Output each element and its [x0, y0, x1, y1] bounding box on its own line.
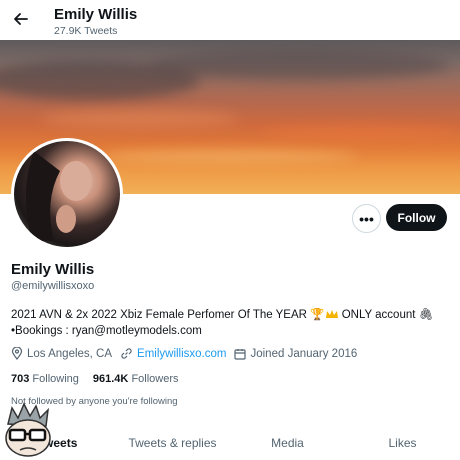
profile-meta: Los Angeles, CA Emilywillisxo.com Joined…	[11, 347, 357, 360]
followers-link[interactable]: 961.4K Followers	[93, 373, 179, 385]
crown-icon	[325, 310, 338, 318]
header-name: Emily Willis	[54, 6, 138, 23]
location-text: Los Angeles, CA	[27, 347, 113, 360]
location-pin-icon	[11, 347, 23, 360]
pin-emoji-icon: 🖇	[418, 309, 434, 321]
tab-media[interactable]: Media	[230, 430, 345, 460]
calendar-icon	[234, 348, 247, 360]
profile-handle: @emilywillisxoxo	[11, 280, 95, 292]
link-icon	[121, 348, 132, 359]
trophy-icon: 🏆	[310, 309, 325, 321]
profile-tabs: Tweets Tweets & replies Media Likes	[0, 430, 460, 460]
tab-tweets-replies[interactable]: Tweets & replies	[115, 430, 230, 460]
bio-line-2: •Bookings : ryan@motleymodels.com	[11, 325, 202, 337]
bio-line-1: 2021 AVN & 2x 2022 Xbiz Female Perfomer …	[11, 309, 307, 321]
back-arrow-icon[interactable]	[10, 8, 32, 30]
profile-bio: 2021 AVN & 2x 2022 Xbiz Female Perfomer …	[11, 307, 451, 339]
bio-line-1-suffix: ONLY account	[341, 309, 416, 321]
following-link[interactable]: 703 Following	[11, 373, 79, 385]
profile-name: Emily Willis	[11, 261, 95, 278]
header-tweet-count: 27.9K Tweets	[54, 25, 118, 37]
mascot-watermark-icon	[5, 402, 51, 457]
website-link[interactable]: Emilywillisxo.com	[137, 348, 226, 360]
top-bar: Emily Willis 27.9K Tweets	[0, 0, 460, 40]
joined-text: Joined January 2016	[250, 347, 358, 360]
follow-button[interactable]: Follow	[386, 204, 447, 231]
more-options-button[interactable]: •••	[352, 204, 381, 233]
follow-stats: 703 Following 961.4K Followers	[11, 373, 179, 385]
tab-likes[interactable]: Likes	[345, 430, 460, 460]
avatar[interactable]	[11, 138, 123, 250]
